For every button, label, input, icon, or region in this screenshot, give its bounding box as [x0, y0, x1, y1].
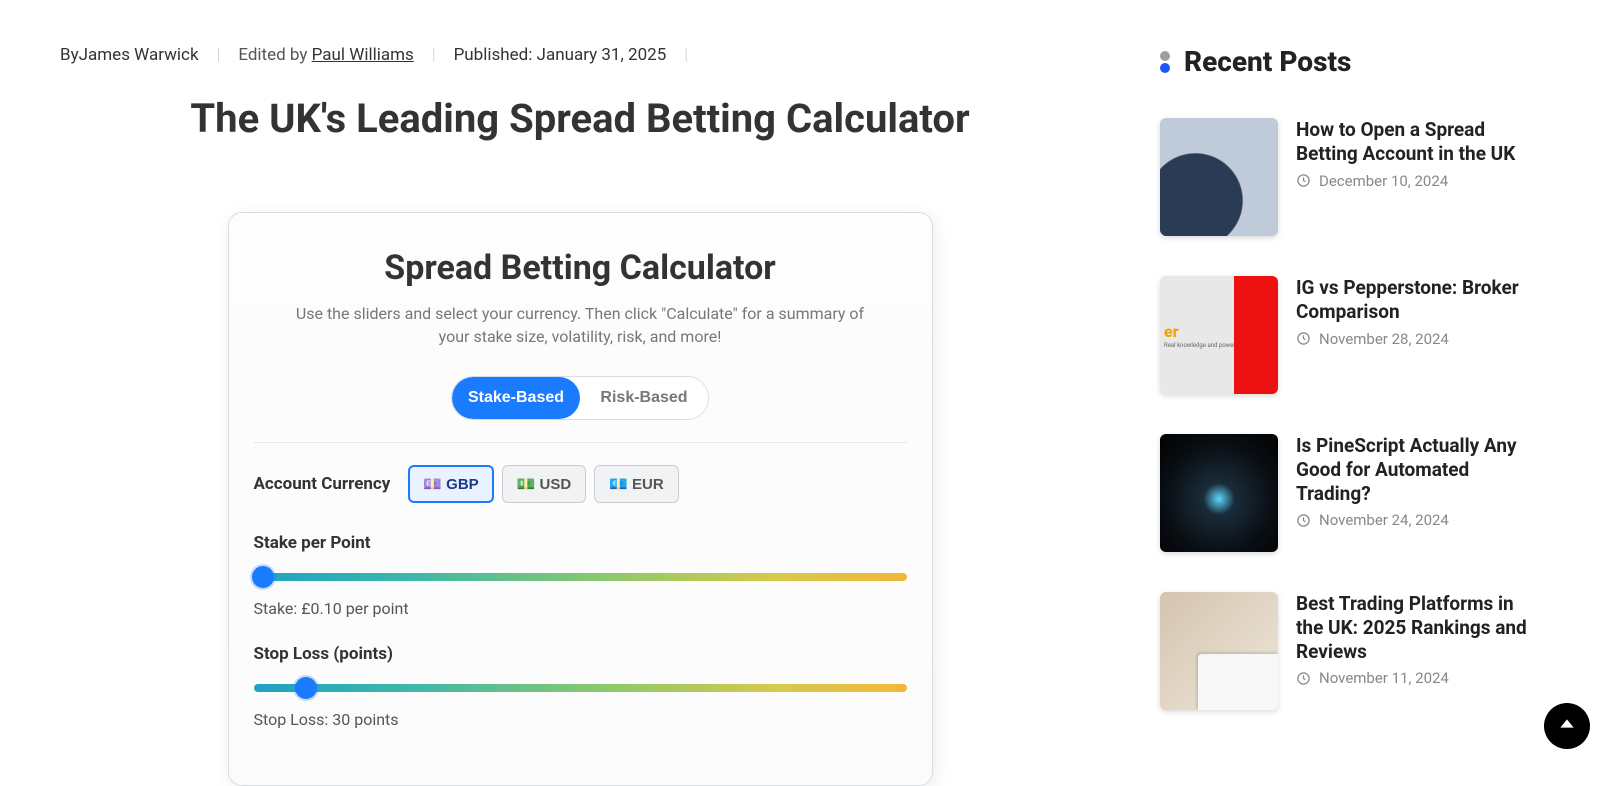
- post-item[interactable]: Best Trading Platforms in the UK: 2025 R…: [1160, 592, 1540, 710]
- stake-label: Stake per Point: [254, 533, 907, 553]
- stake-value-text: Stake: £0.10 per point: [254, 599, 907, 618]
- byline-row: ByJames Warwick | Edited by Paul William…: [60, 45, 1100, 65]
- post-thumbnail: [1160, 592, 1278, 710]
- post-title[interactable]: How to Open a Spread Betting Account in …: [1296, 118, 1540, 166]
- stake-slider-block: Stake per Point Stake: £0.10 per point: [254, 533, 907, 618]
- post-item[interactable]: Real knowledge and powerful IG vs Pepper…: [1160, 276, 1540, 394]
- currency-usd-button[interactable]: 💵 USD: [502, 465, 587, 503]
- stoploss-slider[interactable]: [254, 682, 907, 694]
- post-title[interactable]: IG vs Pepperstone: Broker Comparison: [1296, 276, 1540, 324]
- recent-posts-title: Recent Posts: [1184, 45, 1351, 78]
- edited-by: Edited by Paul Williams: [238, 45, 413, 65]
- calculator-title: Spread Betting Calculator: [254, 248, 907, 288]
- mode-stake-button[interactable]: Stake-Based: [452, 377, 580, 419]
- post-date: November 24, 2024: [1319, 511, 1449, 529]
- post-thumbnail: Real knowledge and powerful: [1160, 276, 1278, 394]
- post-item[interactable]: Is PineScript Actually Any Good for Auto…: [1160, 434, 1540, 552]
- currency-label: Account Currency: [254, 474, 391, 494]
- divider: |: [217, 45, 221, 65]
- post-thumbnail: [1160, 434, 1278, 552]
- divider: |: [432, 45, 436, 65]
- clock-icon: [1296, 331, 1311, 346]
- post-item[interactable]: How to Open a Spread Betting Account in …: [1160, 118, 1540, 236]
- post-meta: November 28, 2024: [1296, 330, 1540, 348]
- stake-slider-thumb[interactable]: [252, 566, 274, 588]
- stoploss-label: Stop Loss (points): [254, 644, 907, 664]
- stoploss-value-text: Stop Loss: 30 points: [254, 710, 907, 729]
- post-meta: December 10, 2024: [1296, 172, 1540, 190]
- post-thumbnail: [1160, 118, 1278, 236]
- clock-icon: [1296, 671, 1311, 686]
- clock-icon: [1296, 173, 1311, 188]
- stoploss-slider-thumb[interactable]: [295, 677, 317, 699]
- mode-toggle: Stake-Based Risk-Based: [451, 376, 709, 420]
- currency-eur-button[interactable]: 💶 EUR: [594, 465, 679, 503]
- post-title[interactable]: Best Trading Platforms in the UK: 2025 R…: [1296, 592, 1540, 663]
- post-date: December 10, 2024: [1319, 172, 1448, 190]
- stake-slider[interactable]: [254, 571, 907, 583]
- post-title[interactable]: Is PineScript Actually Any Good for Auto…: [1296, 434, 1540, 505]
- post-date: November 28, 2024: [1319, 330, 1449, 348]
- currency-gbp-button[interactable]: 💷 GBP: [408, 465, 493, 503]
- currency-row: Account Currency 💷 GBP 💵 USD 💶 EUR: [254, 465, 907, 503]
- arrow-up-icon: [1557, 716, 1577, 736]
- editor-link[interactable]: Paul Williams: [312, 45, 414, 65]
- calculator-description: Use the sliders and select your currency…: [290, 302, 870, 348]
- post-date: November 11, 2024: [1319, 669, 1449, 687]
- slider-track: [254, 684, 907, 692]
- post-meta: November 24, 2024: [1296, 511, 1540, 529]
- author: ByJames Warwick: [60, 45, 199, 65]
- recent-posts-header: Recent Posts: [1160, 45, 1540, 78]
- recent-posts-list: How to Open a Spread Betting Account in …: [1160, 118, 1540, 710]
- post-meta: November 11, 2024: [1296, 669, 1540, 687]
- published-date: Published: January 31, 2025: [454, 45, 667, 65]
- stoploss-slider-block: Stop Loss (points) Stop Loss: 30 points: [254, 644, 907, 729]
- mode-risk-button[interactable]: Risk-Based: [580, 377, 708, 419]
- separator: [254, 442, 907, 443]
- sidebar: Recent Posts How to Open a Spread Bettin…: [1160, 45, 1540, 786]
- divider: |: [684, 45, 688, 65]
- page-title: The UK's Leading Spread Betting Calculat…: [60, 95, 1100, 142]
- clock-icon: [1296, 513, 1311, 528]
- slider-track: [254, 573, 907, 581]
- currency-group: 💷 GBP 💵 USD 💶 EUR: [408, 465, 678, 503]
- scroll-to-top-button[interactable]: [1544, 703, 1590, 749]
- calculator-card: Spread Betting Calculator Use the slider…: [228, 212, 933, 786]
- bullet-icon: [1160, 51, 1170, 73]
